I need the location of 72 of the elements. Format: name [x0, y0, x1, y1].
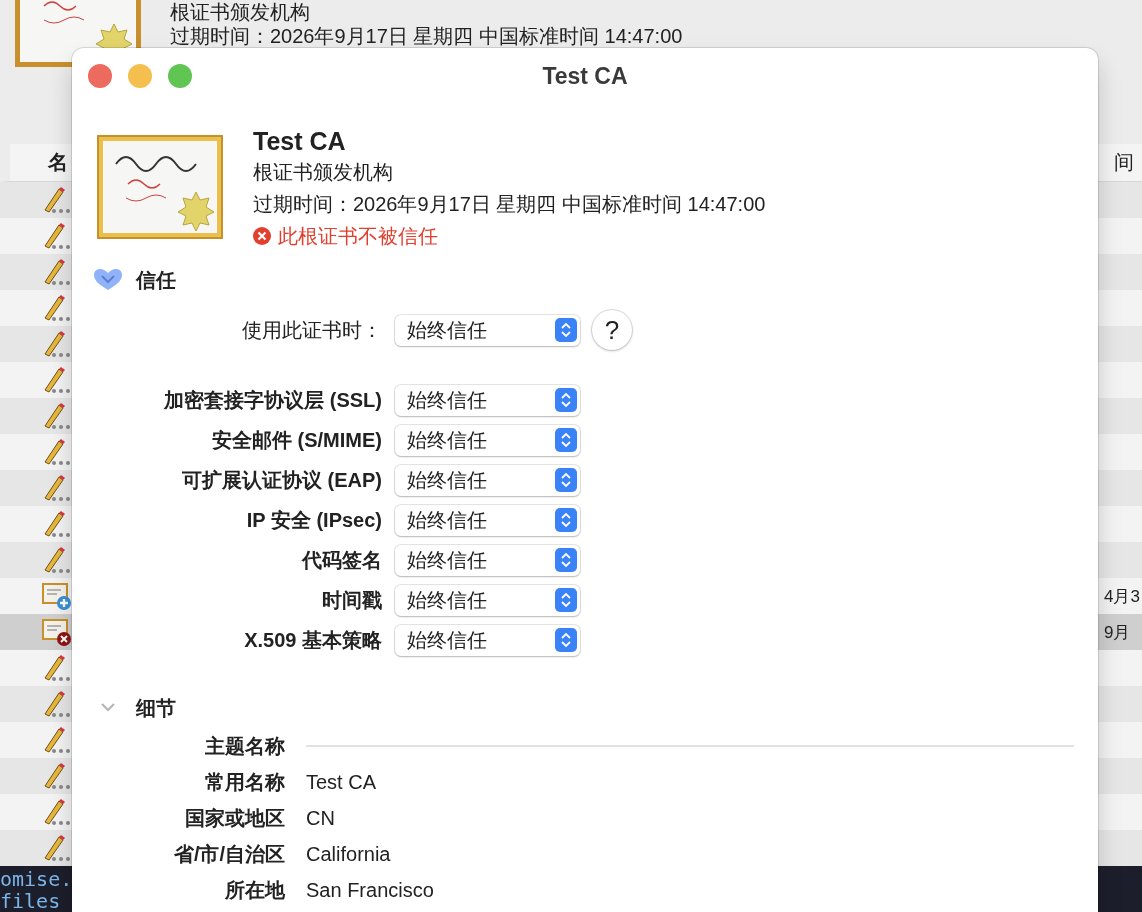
help-button[interactable]: ? — [592, 310, 632, 350]
expiry-date: 过期时间：2026年9月17日 星期四 中国标准时间 14:47:00 — [170, 24, 683, 48]
pencil-icon — [42, 510, 72, 538]
trust-select[interactable]: 始终信任 — [395, 464, 580, 496]
pencil-icon — [42, 222, 72, 250]
section-title: 信任 — [136, 267, 176, 293]
expiry-date: 过期时间：2026年9月17日 星期四 中国标准时间 14:47:00 — [253, 192, 766, 217]
column-header[interactable]: 名 — [48, 148, 68, 176]
pencil-icon — [42, 834, 72, 862]
pencil-icon — [42, 186, 72, 214]
stepper-icon — [555, 428, 577, 452]
trust-select[interactable]: 始终信任 — [395, 544, 580, 576]
pencil-icon — [42, 474, 72, 502]
field-label: 时间戳 — [321, 587, 382, 613]
zoom-button[interactable] — [168, 64, 192, 88]
error-icon — [253, 227, 271, 245]
section-title: 细节 — [136, 695, 176, 721]
field-label: IP 安全 (IPsec) — [245, 507, 382, 533]
trust-status: 此根证书不被信任 — [278, 223, 438, 249]
trust-select[interactable]: 始终信任 — [395, 584, 580, 616]
stepper-icon — [555, 548, 577, 572]
terminal-line: omise. — [0, 868, 73, 890]
date-cell-text: 9月 — [1104, 621, 1132, 644]
stepper-icon — [555, 508, 577, 532]
certificate-icon — [96, 134, 224, 240]
field-label: 代码签名 — [300, 547, 382, 573]
pencil-icon — [42, 798, 72, 826]
field-label: 安全邮件 (S/MIME) — [211, 427, 382, 453]
stepper-icon — [555, 628, 577, 652]
field-value: San Francisco — [306, 878, 434, 902]
field-label: 所在地 — [224, 877, 285, 903]
pencil-icon — [42, 366, 72, 394]
field-label: 使用此证书时： — [241, 317, 382, 343]
field-label: 加密套接字协议层 (SSL) — [163, 387, 382, 413]
trust-select[interactable]: 始终信任 — [395, 624, 580, 656]
pencil-icon — [42, 258, 72, 286]
pencil-icon — [42, 438, 72, 466]
pencil-icon — [42, 726, 72, 754]
terminal-line: files — [0, 890, 61, 912]
chevron-down-icon[interactable] — [94, 269, 122, 291]
certificate-name: Test CA — [253, 126, 347, 156]
field-label: X.509 基本策略 — [243, 627, 382, 653]
field-label: 国家或地区 — [184, 805, 285, 831]
field-value: California — [306, 842, 391, 866]
pencil-icon — [42, 330, 72, 358]
certificate-kind: 根证书颁发机构 — [170, 0, 311, 24]
pencil-icon — [42, 690, 72, 718]
pencil-icon — [42, 402, 72, 430]
column-header[interactable]: 间 — [1114, 148, 1134, 176]
certificate-kind: 根证书颁发机构 — [253, 160, 394, 185]
stepper-icon — [555, 388, 577, 412]
field-value: CN — [306, 806, 335, 830]
trust-select[interactable]: 始终信任 — [395, 424, 580, 456]
stepper-icon — [555, 318, 577, 342]
stepper-icon — [555, 468, 577, 492]
date-cell-text: 4月3 — [1104, 585, 1141, 608]
window-title: Test CA — [542, 62, 628, 90]
minimize-button[interactable] — [128, 64, 152, 88]
trust-select[interactable]: 始终信任 — [395, 314, 580, 346]
field-label: 省/市/自治区 — [172, 841, 285, 867]
close-button[interactable] — [88, 64, 112, 88]
trust-select[interactable]: 始终信任 — [395, 504, 580, 536]
field-label: 可扩展认证协议 (EAP) — [181, 467, 382, 493]
pencil-icon — [42, 654, 72, 682]
pencil-icon — [42, 546, 72, 574]
pencil-icon — [42, 294, 72, 322]
field-label: 主题名称 — [204, 733, 285, 759]
field-label: 常用名称 — [204, 769, 285, 795]
pencil-icon — [42, 762, 72, 790]
field-value: Test CA — [306, 770, 377, 794]
trust-select[interactable]: 始终信任 — [395, 384, 580, 416]
stepper-icon — [555, 588, 577, 612]
